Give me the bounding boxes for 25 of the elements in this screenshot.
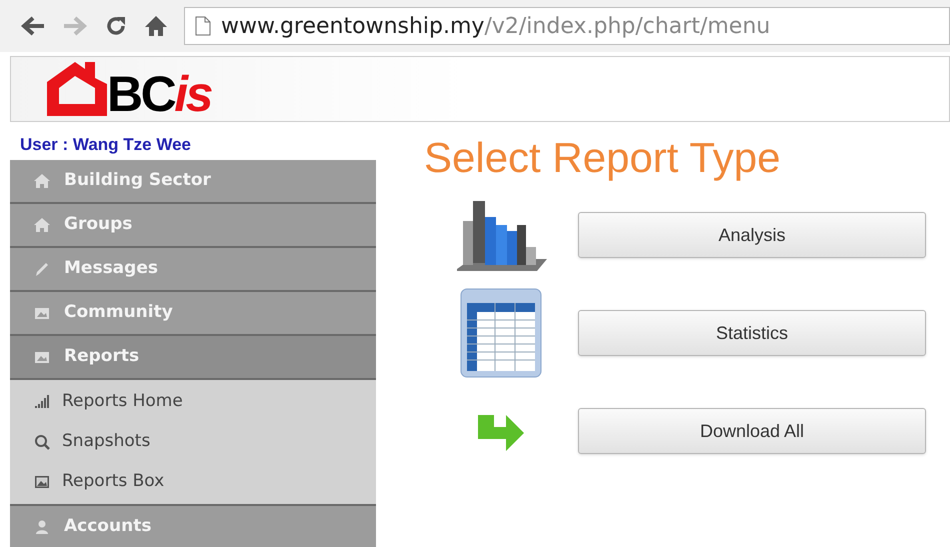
house-icon (34, 217, 50, 233)
user-label: User : Wang Tze Wee (19, 134, 192, 156)
image-icon (34, 305, 50, 321)
home-icon[interactable] (144, 14, 168, 38)
page-icon (195, 16, 211, 36)
report-type-button[interactable]: Statistics (578, 310, 926, 356)
pencil-icon (34, 261, 50, 277)
page-title: Select Report Type (424, 133, 782, 183)
logo: BCis (47, 62, 211, 116)
report-type-button[interactable]: Analysis (578, 212, 926, 258)
submenu-item[interactable]: Reports Box (10, 462, 376, 502)
submenu-item[interactable]: Snapshots (10, 422, 376, 462)
signal-bars-icon (34, 394, 50, 410)
search-icon (34, 434, 50, 450)
person-icon (34, 519, 50, 535)
image-icon (34, 474, 50, 490)
back-icon[interactable] (20, 15, 46, 37)
url-text: www.greentownship.my/v2/index.php/chart/menu (221, 12, 770, 40)
submenu-item[interactable]: Reports Home (10, 382, 376, 422)
report-type-button[interactable]: Download All (578, 408, 926, 454)
table-icon (459, 287, 543, 379)
address-bar[interactable]: www.greentownship.my/v2/index.php/chart/menu (184, 7, 950, 45)
house-icon (34, 173, 50, 189)
house-logo-icon (47, 62, 107, 116)
image-icon (34, 349, 50, 365)
